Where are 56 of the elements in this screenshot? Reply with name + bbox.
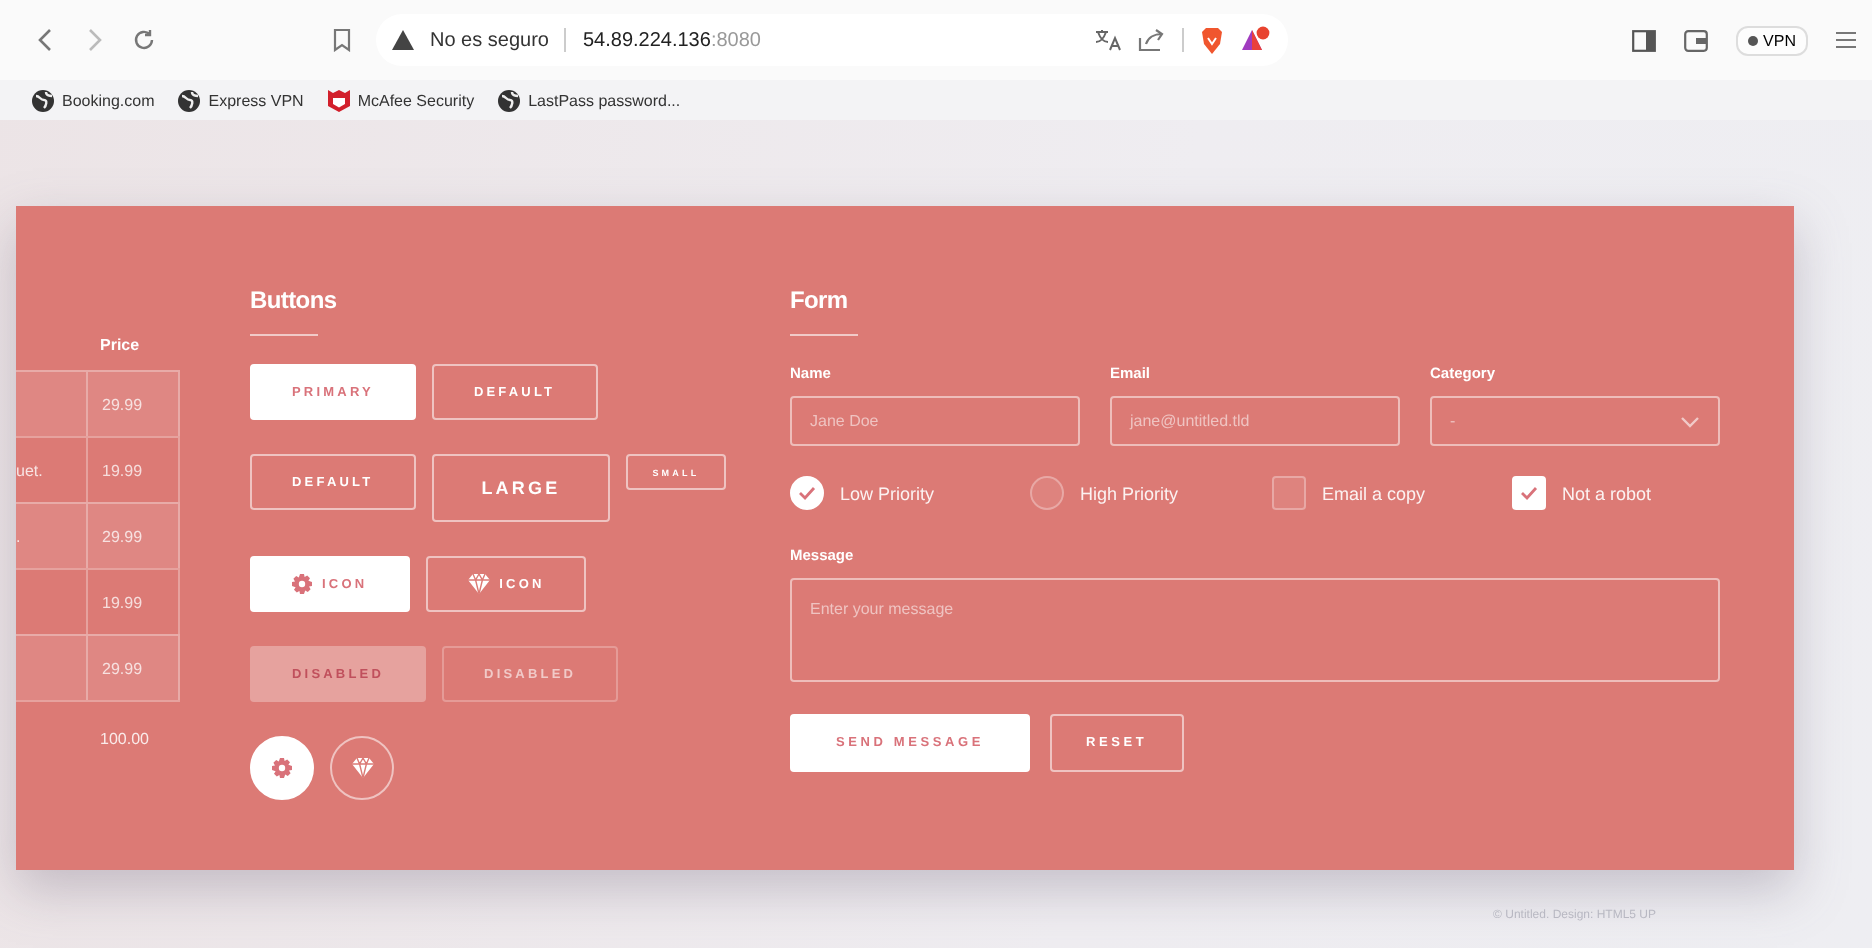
input-field[interactable]: Jane Doe (790, 396, 1080, 446)
checkbox[interactable] (1272, 476, 1306, 510)
check-icon (1520, 486, 1538, 500)
table-cell: 19.99 (102, 461, 143, 479)
option-label: Not a robot (1562, 483, 1652, 503)
sidebar-icon[interactable] (1631, 29, 1656, 51)
diamond-icon (351, 758, 373, 778)
column-header: Price (98, 336, 142, 354)
table-cell: 29.99 (102, 659, 143, 677)
bookmark-item[interactable]: LastPass password... (498, 89, 681, 111)
globe-icon (32, 89, 54, 111)
gear-button[interactable] (250, 736, 314, 800)
gear-icon (272, 758, 292, 778)
reload-icon[interactable] (132, 28, 156, 52)
wallet-icon[interactable] (1683, 29, 1708, 51)
radio-button[interactable] (790, 476, 824, 510)
category-select[interactable]: - (1430, 396, 1720, 446)
diamond-button[interactable] (330, 736, 394, 800)
menu-icon[interactable] (1836, 30, 1856, 50)
checkbox[interactable] (1512, 476, 1546, 510)
gear-icon (292, 574, 312, 594)
demo-button[interactable]: LARGE (431, 454, 611, 522)
bookmark-icon[interactable] (332, 28, 352, 52)
diamond-icon (467, 574, 490, 594)
chevron-icon (1680, 415, 1700, 427)
address-bar[interactable]: No es seguro 54.89.224.136:8080 (376, 14, 1288, 66)
table-cell: 29.99 (102, 527, 143, 545)
bookmark-item[interactable]: McAfee Security (327, 89, 475, 111)
section-title: Buttons (250, 286, 337, 314)
globe-icon (498, 89, 521, 111)
option-label: Low Priority (840, 483, 935, 503)
table-cell: 29.99 (102, 395, 143, 413)
shield-icon (327, 89, 350, 111)
share-icon[interactable] (1138, 28, 1166, 52)
message-field[interactable]: Enter your message (790, 578, 1720, 682)
table-cell: 19.99 (102, 593, 143, 611)
total-cell: 100.00 (100, 729, 149, 747)
table-cell: uet. (16, 461, 43, 479)
translate-icon[interactable] (1094, 28, 1122, 52)
option-label: High Priority (1080, 483, 1179, 503)
url-text[interactable]: 54.89.224.136:8080 (582, 29, 761, 51)
bookmark-item[interactable]: Booking.com (32, 89, 155, 111)
warning-icon (392, 30, 414, 50)
input-field[interactable]: jane@untitled.tld (1110, 396, 1400, 446)
triangle-icon[interactable] (1240, 26, 1272, 54)
section-title: Form (790, 286, 848, 314)
table-cell: . (16, 527, 21, 545)
option-label: Email a copy (1322, 483, 1426, 503)
vpn-button[interactable]: VPN (1735, 25, 1808, 55)
globe-icon (178, 89, 201, 111)
back-icon[interactable] (36, 28, 56, 52)
bookmark-item[interactable]: Express VPN (178, 89, 304, 111)
security-label[interactable]: No es seguro (430, 29, 549, 51)
radio-button[interactable] (1030, 476, 1064, 510)
shield-icon[interactable] (1200, 27, 1224, 53)
check-icon (798, 486, 816, 500)
